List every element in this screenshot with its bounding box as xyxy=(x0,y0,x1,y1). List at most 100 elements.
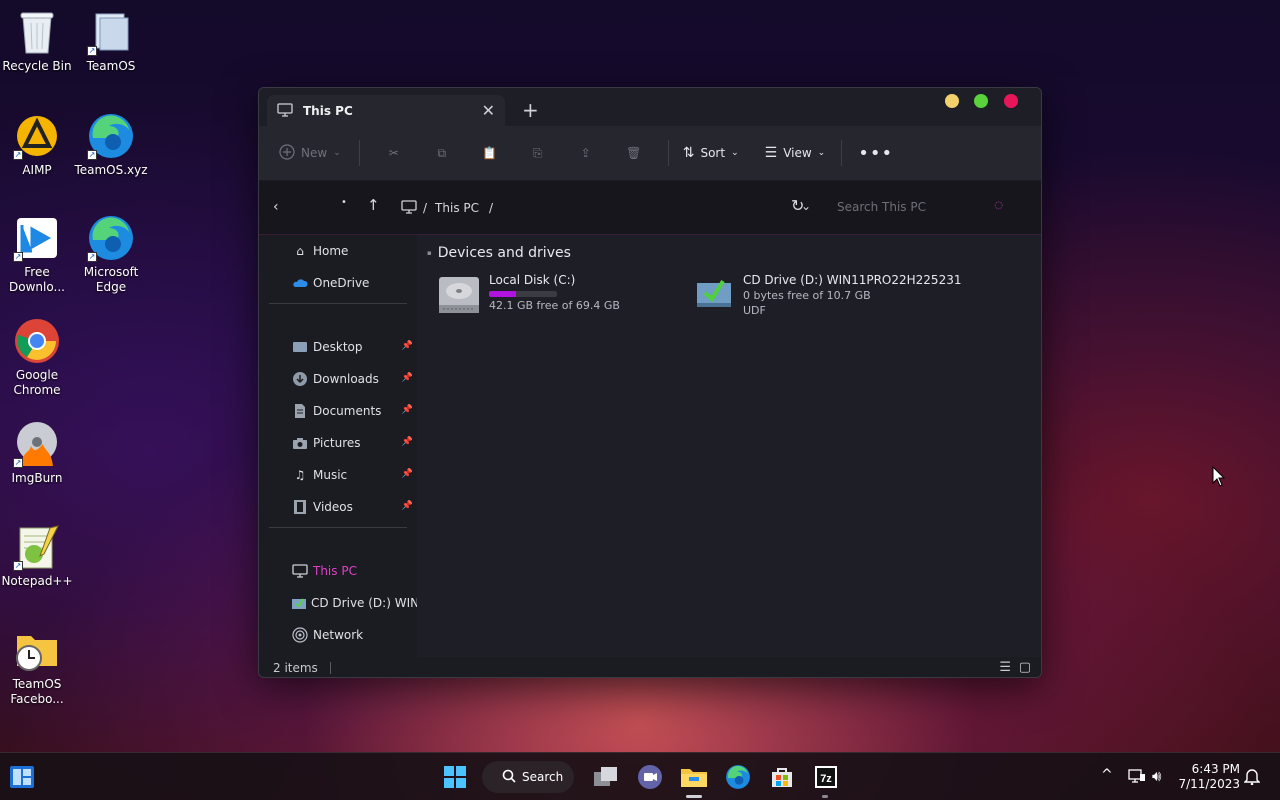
maximize-button[interactable] xyxy=(974,94,988,108)
desktop-icon-notepadpp[interactable]: ↗ Notepad++ xyxy=(0,523,74,589)
taskbar: Search 7z ^ 🔊︎ 6:43 PM 7/11/2023 xyxy=(0,752,1280,800)
nav-label: This PC xyxy=(313,564,357,578)
desktop-icon-label: TeamOS xyxy=(86,59,136,73)
drive-cd-drive-d[interactable]: CD Drive (D:) WIN11PRO22H225231 0 bytes … xyxy=(695,273,961,317)
network-status-icon[interactable] xyxy=(1128,768,1146,787)
film-icon xyxy=(291,499,309,515)
pin-icon: 📌 xyxy=(401,373,413,383)
music-note-icon: ♫ xyxy=(294,468,306,482)
more-options-button[interactable]: ••• xyxy=(858,138,893,168)
sort-button[interactable]: ⇅ Sort ⌄ xyxy=(683,138,739,168)
desktop-icon-imgburn[interactable]: ↗ ImgBurn xyxy=(0,420,74,486)
breadcrumb-separator: / xyxy=(423,201,428,215)
view-label: View xyxy=(783,146,812,160)
cd-drive-icon xyxy=(291,595,307,611)
status-bar: 2 items ☰ ▢ xyxy=(259,657,1041,677)
edge-taskbar-icon[interactable] xyxy=(724,763,752,791)
nav-label: Videos xyxy=(313,500,353,514)
desktop-icon-teamos-xyz[interactable]: ↗ TeamOS.xyz xyxy=(74,112,148,178)
nav-label: Downloads xyxy=(313,372,379,386)
desktop-icon-teamos-facebook[interactable]: TeamOS Facebo... xyxy=(0,626,74,707)
item-count: 2 items xyxy=(273,661,318,675)
nav-item-cd-drive[interactable]: CD Drive (D:) WIN11PRO22H225231 xyxy=(291,591,419,615)
nav-item-documents[interactable]: Documents 📌 xyxy=(291,399,419,423)
chevron-down-icon: ⌄ xyxy=(817,148,826,158)
shortcut-arrow-icon: ↗ xyxy=(13,252,23,262)
notification-icon[interactable] xyxy=(1243,767,1261,788)
desktop-icon-aimp[interactable]: ↗ AIMP xyxy=(0,112,74,178)
breadcrumb-this-pc[interactable]: This PC xyxy=(435,201,479,215)
desktop-icon-free-download-manager[interactable]: ↗ Free Downlo... xyxy=(0,214,74,295)
pin-icon: 📌 xyxy=(401,469,413,479)
desktop-icon-google-chrome[interactable]: Google Chrome xyxy=(0,317,74,398)
svg-text:7z: 7z xyxy=(820,773,832,785)
desktop-icon-label: TeamOS Facebo... xyxy=(10,677,64,706)
microsoft-store-icon[interactable] xyxy=(768,763,796,791)
nav-item-onedrive[interactable]: OneDrive xyxy=(291,271,419,295)
toolbar-divider xyxy=(667,140,669,166)
nav-item-videos[interactable]: Videos 📌 xyxy=(291,495,419,519)
file-explorer-taskbar-icon[interactable] xyxy=(680,763,708,791)
drive-local-disk-c[interactable]: Local Disk (C:) 42.1 GB free of 69.4 GB xyxy=(437,273,620,320)
group-header-devices-and-drives[interactable]: ▪ Devices and drives xyxy=(427,245,571,261)
refresh-icon[interactable]: ↻ xyxy=(791,196,804,215)
nav-item-home[interactable]: ⌂ Home xyxy=(291,239,419,263)
volume-icon[interactable]: 🔊︎ xyxy=(1152,767,1161,785)
search-input[interactable]: Search This PC ◌ xyxy=(825,191,1025,223)
desktop-icon-recycle-bin[interactable]: Recycle Bin xyxy=(0,8,74,74)
share-icon: ⇪ xyxy=(580,146,591,160)
close-window-button[interactable] xyxy=(1004,94,1018,108)
view-icon: ☰ xyxy=(764,145,778,161)
taskbar-search-label: Search xyxy=(522,770,564,784)
paste-button[interactable]: 📋 xyxy=(466,138,514,168)
nav-item-desktop[interactable]: Desktop 📌 xyxy=(291,335,419,359)
new-tab-button[interactable]: + xyxy=(522,98,539,122)
ellipsis-icon: ••• xyxy=(858,142,894,164)
nav-item-network[interactable]: Network xyxy=(291,623,419,647)
widgets-icon[interactable] xyxy=(8,763,36,791)
back-arrow-icon[interactable]: ‹ xyxy=(273,199,279,215)
desktop-icon-microsoft-edge[interactable]: ↗ Microsoft Edge xyxy=(74,214,148,295)
shortcut-arrow-icon: ↗ xyxy=(13,458,23,468)
desktop-icon xyxy=(291,339,309,355)
taskbar-search-button[interactable]: Search xyxy=(482,761,574,793)
task-view-icon[interactable] xyxy=(592,763,620,791)
up-arrow-icon[interactable]: ↑ xyxy=(367,196,380,214)
nav-label: Music xyxy=(313,468,348,482)
minimize-button[interactable] xyxy=(945,94,959,108)
breadcrumb-separator: / xyxy=(489,201,494,215)
tab-this-pc[interactable]: This PC ✕ xyxy=(267,95,505,127)
notepadpp-icon: ↗ xyxy=(13,523,61,571)
clock-date: 7/11/2023 xyxy=(1178,777,1240,791)
forward-dot-icon[interactable]: • xyxy=(341,197,347,208)
home-icon: ⌂ xyxy=(296,244,304,258)
details-view-icon[interactable]: ☰ xyxy=(999,660,1011,675)
nav-item-this-pc[interactable]: This PC xyxy=(291,559,419,583)
nav-item-pictures[interactable]: Pictures 📌 xyxy=(291,431,419,455)
delete-button[interactable]: 🗑 xyxy=(610,138,658,168)
monitor-icon xyxy=(401,199,417,217)
7zip-icon[interactable]: 7z xyxy=(812,763,840,791)
nav-item-music[interactable]: ♫ Music 📌 xyxy=(291,463,419,487)
teams-chat-icon[interactable] xyxy=(636,763,664,791)
new-button[interactable]: New ⌄ xyxy=(279,138,341,168)
close-tab-icon[interactable]: ✕ xyxy=(482,101,495,120)
cd-drive-icon xyxy=(695,275,733,317)
nav-item-downloads[interactable]: Downloads 📌 xyxy=(291,367,419,391)
desktop-icon-label: Google Chrome xyxy=(13,368,61,397)
share-button[interactable]: ⇪ xyxy=(562,138,610,168)
copy-button[interactable]: ⧉ xyxy=(418,138,466,168)
desktop-icon-teamos[interactable]: ↗ TeamOS xyxy=(74,8,148,74)
show-hidden-icons-chevron-icon[interactable]: ^ xyxy=(1101,767,1113,783)
clock[interactable]: 6:43 PM 7/11/2023 xyxy=(1178,762,1240,792)
scissors-icon: ✂ xyxy=(388,146,399,160)
tiles-view-icon[interactable]: ▢ xyxy=(1019,660,1031,675)
cut-button[interactable]: ✂ xyxy=(370,138,418,168)
rename-button[interactable]: ⎘ xyxy=(514,138,562,168)
start-icon[interactable] xyxy=(441,763,469,791)
search-icon[interactable]: ◌ xyxy=(994,200,1003,211)
edge-icon: ↗ xyxy=(87,214,135,262)
breadcrumb[interactable]: / This PC / ⌄ xyxy=(401,193,811,223)
view-button[interactable]: ☰ View ⌄ xyxy=(765,138,826,168)
plus-circle-icon xyxy=(279,143,295,163)
